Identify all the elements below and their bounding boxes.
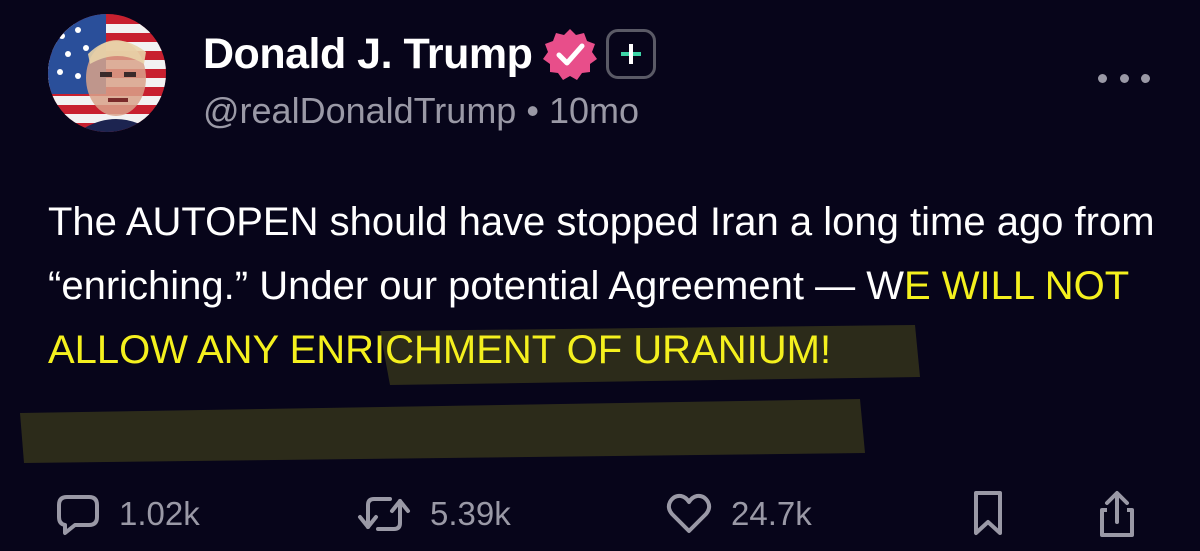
more-horizontal-icon[interactable] [1098, 66, 1150, 90]
more-dot [1098, 73, 1107, 83]
repost-button[interactable]: 5.39k [356, 484, 511, 544]
post-body-text: The AUTOPEN should have stopped Iran a l… [48, 190, 1178, 382]
repost-count: 5.39k [430, 495, 511, 532]
separator-dot: • [526, 90, 539, 131]
author-handle-row: @realDonaldTrump • 10mo [203, 90, 639, 132]
author-display-name[interactable]: Donald J. Trump [203, 30, 533, 79]
plus-badge-icon[interactable] [606, 29, 657, 79]
flag-portrait-avatar-icon [48, 14, 166, 132]
more-dot [1119, 73, 1129, 83]
repost-icon [358, 497, 410, 531]
post-timestamp[interactable]: 10mo [549, 90, 639, 131]
like-button[interactable]: 24.7k [665, 484, 812, 544]
bookmark-icon [974, 491, 1002, 535]
post-action-bar: 1.02k 5.39k 24.7k [0, 484, 1200, 544]
reply-bubble-icon [57, 495, 99, 535]
more-dot [1141, 73, 1150, 83]
reply-button[interactable]: 1.02k [55, 484, 200, 544]
share-icon [1100, 491, 1134, 537]
author-name-row: Donald J. Trump [203, 26, 657, 82]
reply-count: 1.02k [119, 495, 200, 532]
like-count: 24.7k [731, 495, 812, 532]
share-button[interactable] [1094, 484, 1140, 544]
bookmark-button[interactable] [968, 484, 1008, 544]
author-handle[interactable]: @realDonaldTrump [203, 90, 516, 131]
avatar[interactable] [48, 14, 166, 132]
verified-badge-icon [542, 26, 598, 82]
heart-icon [666, 493, 712, 533]
